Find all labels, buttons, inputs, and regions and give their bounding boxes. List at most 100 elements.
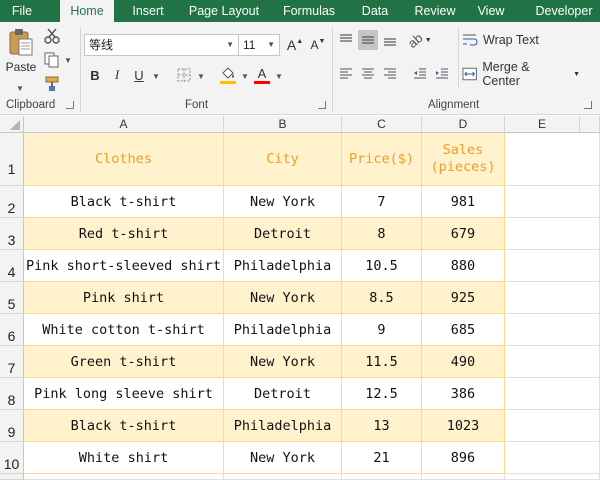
increase-font-size-button[interactable]: A ▲ xyxy=(285,34,305,56)
cell-price[interactable]: 10.5 xyxy=(342,250,422,282)
copy-dropdown-icon[interactable]: ▼ xyxy=(64,56,72,65)
cell-price[interactable]: 8.5 xyxy=(342,282,422,314)
tab-developer[interactable]: Developer xyxy=(528,0,600,22)
header-cell-price[interactable]: Price($) xyxy=(342,133,422,186)
column-header-a[interactable]: A xyxy=(24,116,224,133)
cell-price[interactable]: 13 xyxy=(342,410,422,442)
fill-color-dropdown-icon[interactable]: ▼ xyxy=(241,72,249,81)
borders-dropdown-icon[interactable]: ▼ xyxy=(197,72,205,81)
cell-clothes[interactable]: White cotton t-shirt xyxy=(24,314,224,346)
cell-sales[interactable]: 896 xyxy=(422,442,505,474)
cell-price[interactable]: 9 xyxy=(342,314,422,346)
font-color-button[interactable]: A xyxy=(252,64,272,86)
row-header[interactable]: 5 xyxy=(0,282,24,314)
cell-city[interactable]: New York xyxy=(224,186,342,218)
alignment-launcher-icon[interactable] xyxy=(584,101,592,109)
align-center-button[interactable] xyxy=(358,64,378,84)
cell-sales[interactable]: 880 xyxy=(422,250,505,282)
cell-price[interactable]: 8 xyxy=(342,218,422,250)
empty-cell[interactable] xyxy=(505,410,600,442)
cell-sales[interactable]: 685 xyxy=(422,314,505,346)
tab-insert[interactable]: Insert xyxy=(121,0,175,22)
align-top-button[interactable] xyxy=(336,30,356,50)
font-size-combobox[interactable]: 11 ▼ xyxy=(238,34,280,56)
empty-cell[interactable] xyxy=(224,474,342,480)
empty-cell[interactable] xyxy=(505,378,600,410)
align-left-button[interactable] xyxy=(336,64,356,84)
tab-file[interactable]: File xyxy=(0,0,44,22)
font-launcher-icon[interactable] xyxy=(318,101,326,109)
merge-center-button[interactable]: Merge & Center ▼ xyxy=(462,60,580,88)
empty-cell[interactable] xyxy=(505,186,600,218)
cell-city[interactable]: Detroit xyxy=(224,378,342,410)
empty-cell[interactable] xyxy=(342,474,422,480)
row-header[interactable]: 7 xyxy=(0,346,24,378)
increase-indent-button[interactable] xyxy=(432,64,452,84)
cut-button[interactable] xyxy=(42,26,62,46)
cell-city[interactable]: New York xyxy=(224,442,342,474)
decrease-indent-button[interactable] xyxy=(410,64,430,84)
row-header[interactable]: 10 xyxy=(0,442,24,474)
row-header[interactable]: 2 xyxy=(0,186,24,218)
cell-city[interactable]: Philadelphia xyxy=(224,314,342,346)
header-cell-sales[interactable]: Sales (pieces) xyxy=(422,133,505,186)
empty-cell[interactable] xyxy=(422,474,505,480)
borders-button[interactable] xyxy=(174,64,194,86)
cell-sales[interactable]: 679 xyxy=(422,218,505,250)
cell-city[interactable]: Detroit xyxy=(224,218,342,250)
empty-cell[interactable] xyxy=(505,346,600,378)
cell-price[interactable]: 21 xyxy=(342,442,422,474)
header-cell-clothes[interactable]: Clothes xyxy=(24,133,224,186)
italic-button[interactable]: I xyxy=(108,64,126,86)
cell-sales[interactable]: 981 xyxy=(422,186,505,218)
row-header[interactable]: 9 xyxy=(0,410,24,442)
empty-cell[interactable] xyxy=(505,133,600,186)
cell-clothes[interactable]: Black t-shirt xyxy=(24,410,224,442)
row-header[interactable]: 1 xyxy=(0,133,24,186)
cell-sales[interactable]: 1023 xyxy=(422,410,505,442)
wrap-text-button[interactable]: Wrap Text xyxy=(462,30,582,50)
cell-city[interactable]: Philadelphia xyxy=(224,410,342,442)
cell-clothes[interactable]: Pink short-sleeved shirt xyxy=(24,250,224,282)
copy-button[interactable] xyxy=(42,50,62,70)
cell-city[interactable]: Philadelphia xyxy=(224,250,342,282)
tab-data[interactable]: Data xyxy=(352,0,398,22)
row-header[interactable]: 8 xyxy=(0,378,24,410)
align-middle-button[interactable] xyxy=(358,30,378,50)
row-header[interactable]: 4 xyxy=(0,250,24,282)
header-cell-city[interactable]: City xyxy=(224,133,342,186)
orientation-button[interactable]: ab ▼ xyxy=(405,30,432,51)
row-header[interactable]: 3 xyxy=(0,218,24,250)
cell-clothes[interactable]: Black t-shirt xyxy=(24,186,224,218)
underline-button[interactable]: U xyxy=(130,64,148,86)
empty-cell[interactable] xyxy=(24,474,224,480)
font-color-dropdown-icon[interactable]: ▼ xyxy=(275,72,283,81)
font-name-combobox[interactable]: 等线 ▼ xyxy=(84,34,239,56)
paste-button[interactable]: Paste xyxy=(4,28,38,80)
decrease-font-size-button[interactable]: A ▼ xyxy=(308,34,328,56)
cell-clothes[interactable]: White shirt xyxy=(24,442,224,474)
tab-review[interactable]: Review xyxy=(406,0,464,22)
empty-cell[interactable] xyxy=(505,314,600,346)
column-header-b[interactable]: B xyxy=(224,116,342,133)
font-size-dropdown-icon[interactable]: ▼ xyxy=(267,35,275,55)
cell-clothes[interactable]: Green t-shirt xyxy=(24,346,224,378)
cell-city[interactable]: New York xyxy=(224,346,342,378)
cell-city[interactable]: New York xyxy=(224,282,342,314)
cell-sales[interactable]: 925 xyxy=(422,282,505,314)
column-header-f[interactable] xyxy=(580,116,600,133)
tab-view[interactable]: View xyxy=(468,0,514,22)
cell-price[interactable]: 12.5 xyxy=(342,378,422,410)
align-bottom-button[interactable] xyxy=(380,30,400,50)
clipboard-launcher-icon[interactable] xyxy=(66,101,74,109)
empty-cell[interactable] xyxy=(505,218,600,250)
cell-clothes[interactable]: Pink shirt xyxy=(24,282,224,314)
align-right-button[interactable] xyxy=(380,64,400,84)
column-header-c[interactable]: C xyxy=(342,116,422,133)
tab-home[interactable]: Home xyxy=(60,0,114,22)
cell-clothes[interactable]: Red t-shirt xyxy=(24,218,224,250)
cell-sales[interactable]: 386 xyxy=(422,378,505,410)
tab-page-layout[interactable]: Page Layout xyxy=(183,0,265,22)
bold-button[interactable]: B xyxy=(86,64,104,86)
cell-price[interactable]: 11.5 xyxy=(342,346,422,378)
